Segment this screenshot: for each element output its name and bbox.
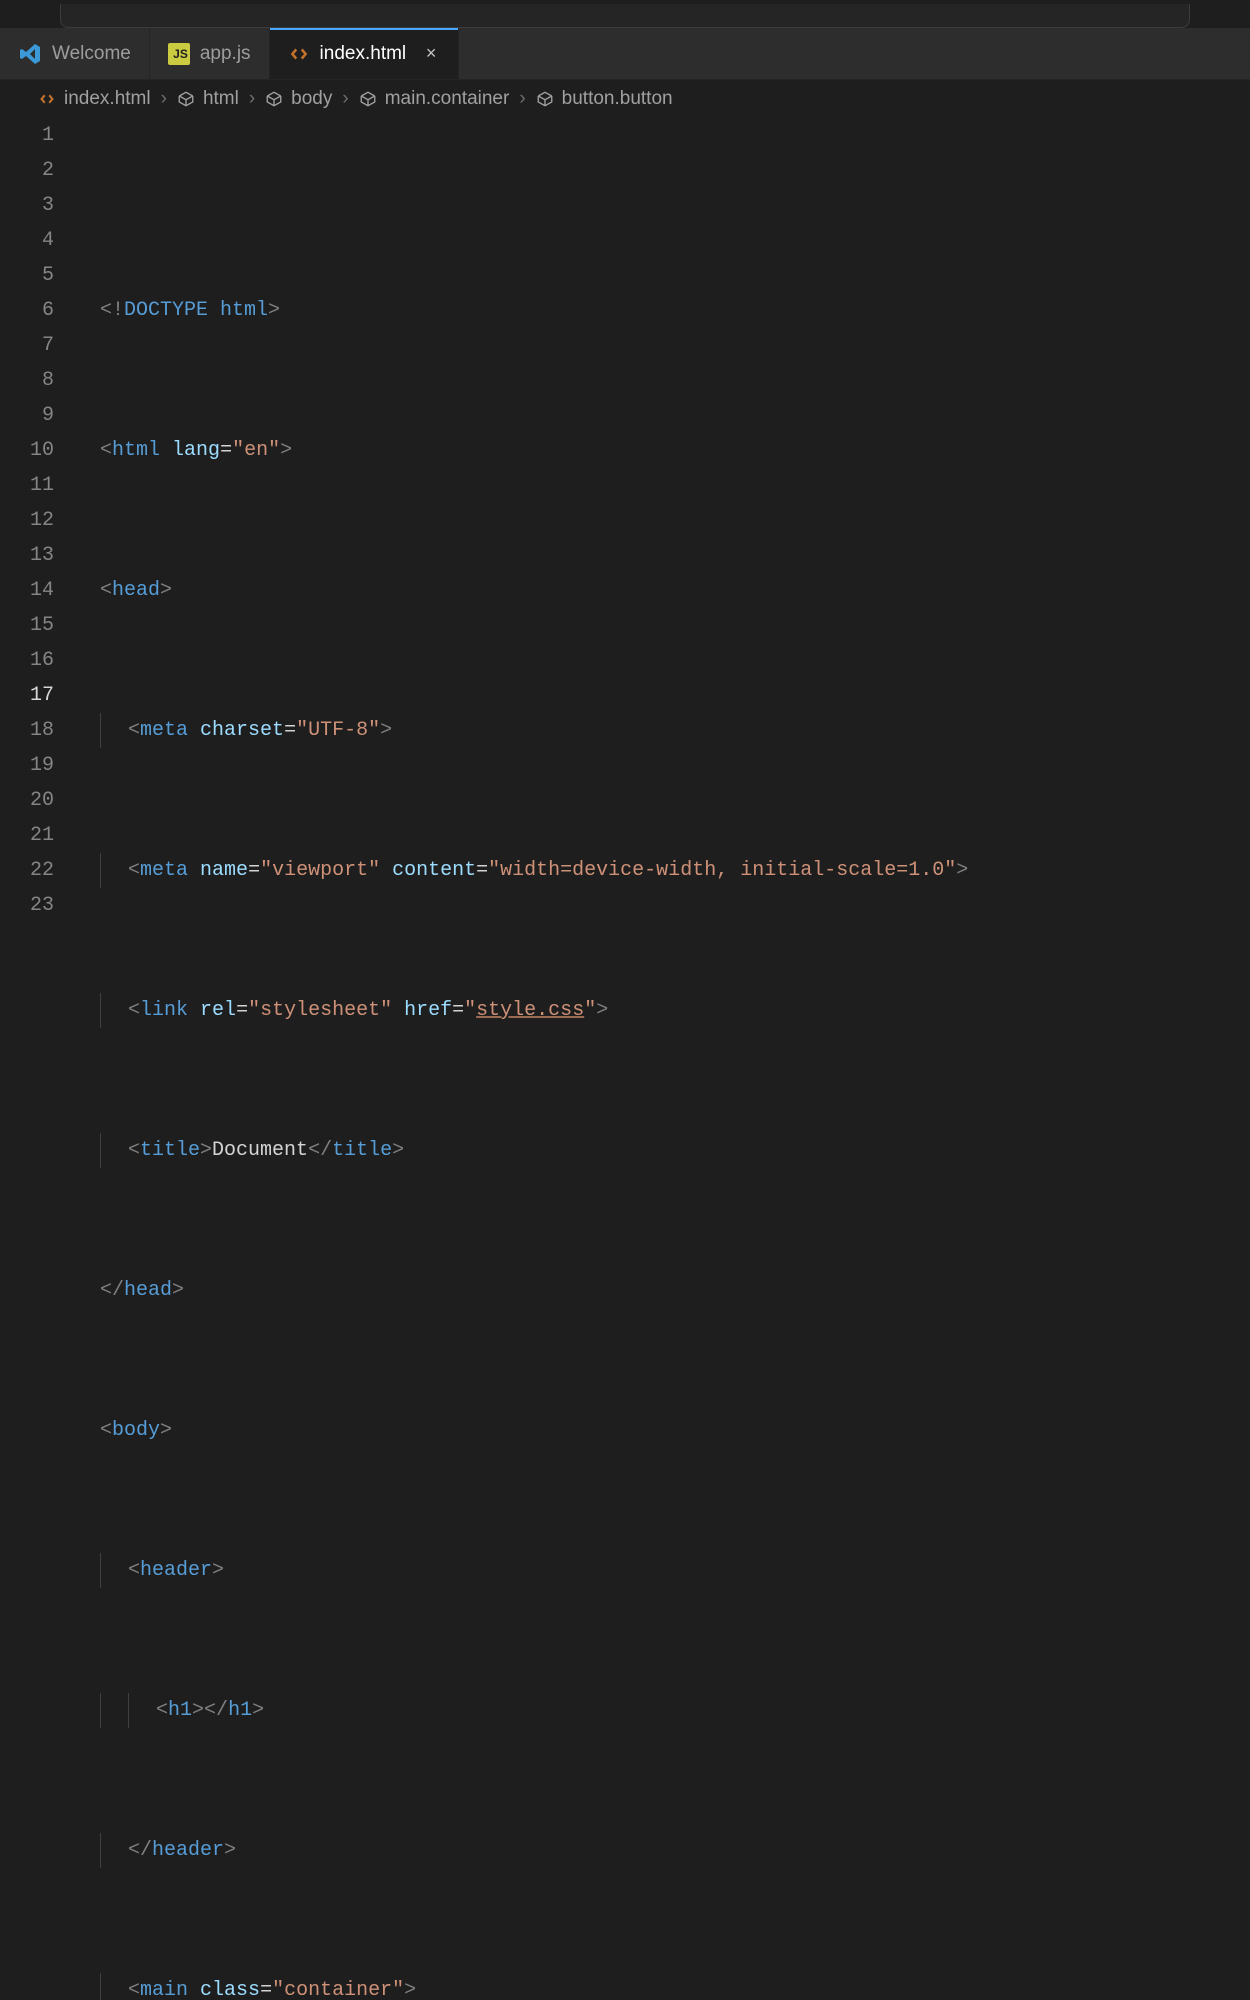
code-line[interactable]: <head> [100, 573, 1250, 608]
command-center-stub[interactable] [60, 4, 1190, 28]
tab-label: index.html [320, 43, 407, 65]
tab-label: Welcome [52, 43, 131, 65]
tab-label: app.js [200, 43, 251, 65]
close-icon[interactable]: × [422, 43, 440, 64]
code-line[interactable]: <meta name="viewport" content="width=dev… [100, 853, 1250, 888]
code-line[interactable]: <link rel="stylesheet" href="style.css"> [100, 993, 1250, 1028]
code-line[interactable]: <html lang="en"> [100, 433, 1250, 468]
brackets-icon [359, 90, 377, 108]
chevron-right-icon: › [249, 88, 255, 110]
breadcrumb-item[interactable]: index.html [38, 88, 151, 110]
chevron-right-icon: › [161, 88, 167, 110]
breadcrumb: index.html › html › body › main.containe… [0, 80, 1250, 118]
breadcrumb-item[interactable]: html [177, 88, 239, 110]
breadcrumb-item[interactable]: body [265, 88, 332, 110]
code-editor[interactable]: 1 2 3 4 5 6 7 8 9 10 11 12 13 14 15 16 1… [0, 118, 1250, 2000]
breadcrumb-item[interactable]: button.button [536, 88, 673, 110]
chevron-right-icon: › [519, 88, 525, 110]
code-line[interactable]: </header> [100, 1833, 1250, 1868]
code-content[interactable]: <!DOCTYPE html> <html lang="en"> <head> … [80, 118, 1250, 2000]
code-line[interactable]: <h1></h1> [100, 1693, 1250, 1728]
line-number-gutter: 1 2 3 4 5 6 7 8 9 10 11 12 13 14 15 16 1… [0, 118, 80, 923]
code-line[interactable]: <header> [100, 1553, 1250, 1588]
vscode-icon [18, 42, 42, 66]
html-file-icon [288, 43, 310, 65]
brackets-icon [265, 90, 283, 108]
tab-app-js[interactable]: JS app.js [150, 28, 270, 79]
file-code-icon [38, 90, 56, 108]
editor-tabs: Welcome JS app.js index.html × [0, 28, 1250, 80]
code-line[interactable]: <!DOCTYPE html> [100, 293, 1250, 328]
code-line[interactable]: <body> [100, 1413, 1250, 1448]
tab-index-html[interactable]: index.html × [270, 28, 460, 79]
code-line[interactable]: <title>Document</title> [100, 1133, 1250, 1168]
brackets-icon [177, 90, 195, 108]
chevron-right-icon: › [342, 88, 348, 110]
code-line[interactable]: </head> [100, 1273, 1250, 1308]
tab-welcome[interactable]: Welcome [0, 28, 150, 79]
code-line[interactable]: <main class="container"> [100, 1973, 1250, 2000]
breadcrumb-item[interactable]: main.container [359, 88, 510, 110]
code-line[interactable]: <meta charset="UTF-8"> [100, 713, 1250, 748]
js-file-icon: JS [168, 43, 190, 65]
brackets-icon [536, 90, 554, 108]
